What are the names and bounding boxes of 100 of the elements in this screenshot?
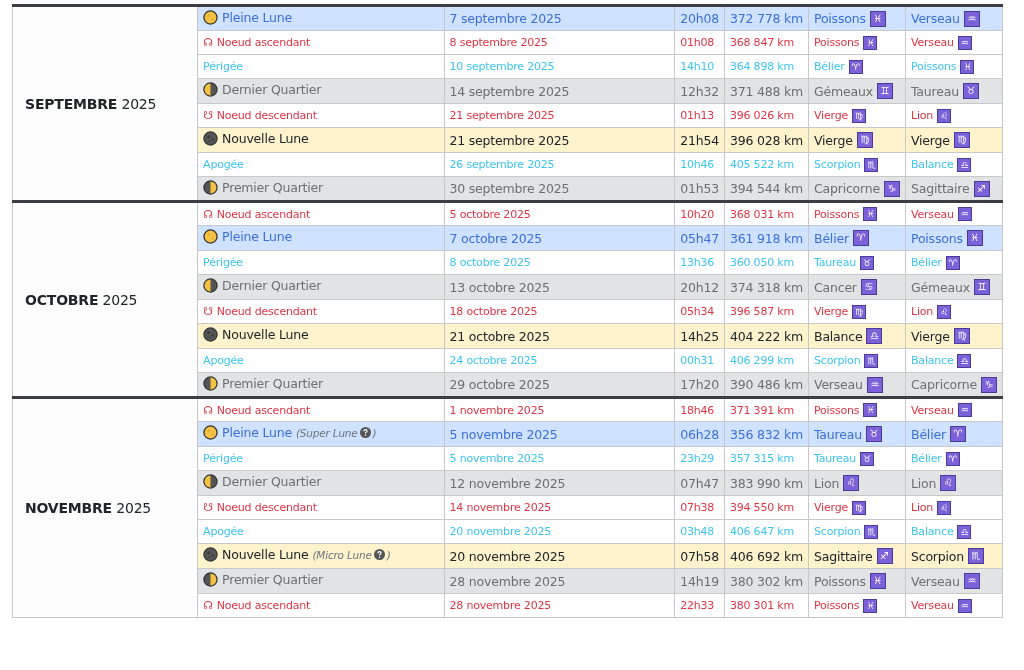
distance-cell: 396 028 km	[724, 127, 809, 153]
date-cell: 14 septembre 2025	[444, 78, 675, 104]
zodiac-symbol: ♓	[863, 403, 878, 417]
event-name: Périgée	[203, 60, 243, 73]
zodiac-name: Lion	[911, 475, 937, 491]
event-name: Apogée	[203, 525, 244, 538]
distance-cell: 360 050 km	[724, 250, 809, 275]
zodiac-symbol: ♑	[884, 180, 900, 197]
zodiac-symbol: ♋	[860, 279, 877, 295]
zodiac-symbol: ♉	[962, 83, 979, 99]
time-cell: 01h08	[674, 30, 725, 55]
zodiac-name: Bélier	[814, 230, 849, 246]
zodiac-name: Vierge	[911, 328, 950, 344]
zodiac-name: Vierge	[814, 501, 848, 514]
zodiac-symbol: ♍	[856, 132, 873, 148]
distance-cell: 404 222 km	[724, 323, 809, 349]
time-cell: 20h08	[674, 5, 725, 31]
full-moon-icon	[203, 229, 219, 244]
zodiac-symbol: ♏	[864, 353, 879, 368]
help-icon[interactable]	[359, 427, 371, 438]
zodiac-name: Poissons	[814, 599, 860, 612]
zodiac-name: Verseau	[911, 207, 954, 221]
note-text: )	[386, 548, 391, 561]
node-symbol: ☊	[203, 207, 213, 221]
date-cell: 13 octobre 2025	[444, 274, 675, 300]
time-cell: 10h46	[674, 152, 725, 177]
zodiac-name: Poissons	[911, 230, 963, 246]
node-symbol: ☋	[203, 109, 213, 122]
zodiac-symbol: ♈	[852, 230, 869, 246]
half-moon-icon	[203, 375, 219, 391]
zodiac-symbol: ♓	[960, 59, 975, 74]
event-name: Premier Quartier	[222, 375, 323, 391]
zodiac-name: Balance	[814, 328, 863, 344]
zodiac-name: Gémeaux	[911, 279, 970, 295]
time-cell: 14h10	[674, 54, 725, 79]
distance-cell: 406 692 km	[724, 543, 809, 569]
distance-cell: 356 832 km	[724, 421, 809, 447]
zodiac-name: Poissons	[814, 403, 860, 417]
zodiac-symbol: ♈	[949, 426, 966, 442]
zodiac-symbol: ♍	[852, 108, 866, 123]
event-name: Premier Quartier	[222, 572, 323, 587]
zodiac-symbol: ♏	[864, 157, 879, 172]
zodiac-name: Bélier	[814, 60, 845, 73]
half-moon-icon	[203, 572, 219, 587]
zodiac-symbol: ♌	[843, 475, 860, 491]
distance-cell: 394 550 km	[724, 495, 809, 520]
zodiac-name: Verseau	[911, 573, 960, 589]
zodiac-symbol: ♓	[966, 230, 983, 246]
time-cell: 13h36	[674, 250, 725, 275]
event-name: Nouvelle Lune	[222, 547, 309, 562]
zodiac-symbol: ♊	[876, 83, 893, 99]
zodiac-name: Capricorne	[911, 377, 977, 392]
zodiac-name: Bélier	[911, 256, 942, 269]
date-cell: 21 septembre 2025	[444, 103, 675, 128]
zodiac-name: Scorpion	[814, 525, 861, 538]
zodiac-name: Lion	[911, 501, 934, 514]
zodiac-name: Balance	[911, 354, 954, 367]
zodiac-name: Poissons	[814, 207, 860, 221]
full-moon-icon	[203, 9, 219, 25]
zodiac-symbol: ♎	[957, 524, 972, 539]
event-name: Noeud descendant	[216, 305, 317, 318]
date-cell: 21 octobre 2025	[444, 323, 675, 349]
date-cell: 7 septembre 2025	[444, 5, 675, 31]
zodiac-symbol: ♒	[866, 376, 883, 393]
zodiac-name: Sagittaire	[911, 181, 970, 196]
date-cell: 18 octobre 2025	[444, 299, 675, 324]
event-name: Dernier Quartier	[222, 278, 322, 293]
event-name: Noeud descendant	[216, 501, 317, 514]
distance-cell: 380 302 km	[724, 568, 809, 594]
zodiac-symbol: ♐	[973, 180, 990, 197]
event-name: Apogée	[203, 158, 244, 171]
date-cell: 28 novembre 2025	[444, 593, 675, 618]
zodiac-name: Verseau	[911, 599, 954, 612]
zodiac-name: Bélier	[911, 452, 942, 465]
date-cell: 28 novembre 2025	[444, 568, 675, 594]
zodiac-name: Verseau	[814, 377, 863, 392]
zodiac-name: Scorpion	[911, 548, 964, 564]
date-cell: 5 novembre 2025	[444, 421, 675, 447]
half-moon-icon	[203, 82, 219, 97]
time-cell: 23h29	[674, 446, 725, 471]
distance-cell: 374 318 km	[724, 274, 809, 300]
zodiac-name: Poissons	[814, 36, 860, 49]
note-text: (Super Lune	[295, 426, 358, 439]
distance-cell: 364 898 km	[724, 54, 809, 79]
zodiac-symbol: ♉	[865, 426, 882, 442]
time-cell: 07h38	[674, 495, 725, 520]
zodiac-name: Poissons	[911, 60, 957, 73]
distance-cell: 396 587 km	[724, 299, 809, 324]
event-name: Noeud ascendant	[216, 36, 311, 49]
month-cell: NOVEMBRE 2025	[12, 397, 198, 618]
help-icon[interactable]	[373, 549, 385, 560]
event-name: Noeud ascendant	[216, 207, 311, 221]
date-cell: 10 septembre 2025	[444, 54, 675, 79]
zodiac-name: Taureau	[911, 83, 959, 99]
event-name: Premier Quartier	[222, 179, 323, 195]
distance-cell: 383 990 km	[724, 470, 809, 496]
zodiac-symbol: ♒	[957, 207, 972, 221]
distance-cell: 405 522 km	[724, 152, 809, 177]
distance-cell: 368 847 km	[724, 30, 809, 55]
zodiac-symbol: ♒	[963, 573, 980, 589]
